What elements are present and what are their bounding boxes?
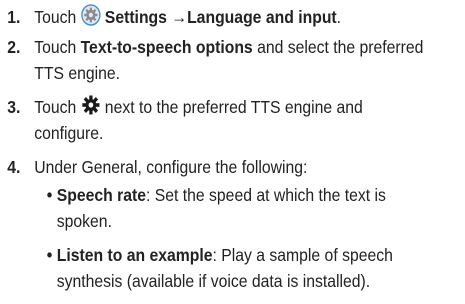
step-4-line-1: Under General, configure the following:: [34, 157, 308, 177]
step-4: 4. Under General, configure the followin…: [0, 154, 464, 304]
step-3-line-2: configure.: [34, 123, 104, 143]
step-3-text-post: next to the preferred TTS engine and: [104, 97, 363, 117]
step-1-number: 1.: [7, 7, 21, 27]
step-3-line-1: Touch next to the preferred TTS engine a…: [34, 94, 363, 123]
bullet-marker: •: [46, 245, 53, 265]
step-2-line-2: TTS engine.: [34, 63, 120, 83]
bullet-text: : Play a sample of speech: [212, 245, 393, 265]
step-3-number: 3.: [7, 97, 21, 117]
step-2-text-post: and select the preferred: [252, 37, 424, 57]
bullet-speech-rate: • Speech rate: Set the speed at which th…: [47, 182, 386, 208]
step-2-text-bold: Text-to-speech options: [80, 37, 253, 57]
gear-icon: [80, 4, 101, 33]
settings-cog-icon: [81, 94, 101, 123]
bullet-listen-example: • Listen to an example: Play a sample of…: [47, 242, 393, 268]
step-1-text-bold: Settings →Language and input: [104, 7, 337, 27]
step-2-text-pre: Touch: [34, 37, 81, 57]
step-3-text-pre: Touch: [34, 97, 77, 117]
bullet-marker: •: [46, 185, 53, 205]
step-2-line-1: Touch Text-to-speech options and select …: [34, 34, 423, 60]
step-2-number: 2.: [7, 37, 21, 57]
step-1-line-1: Touch Settings →Language and input.: [34, 4, 341, 33]
step-1-text-pre: Touch: [34, 7, 77, 27]
step-1-text-post: .: [336, 7, 342, 27]
bullet-title: Listen to an example: [56, 245, 213, 265]
step-4-number: 4.: [7, 157, 21, 177]
bullet-text: : Set the speed at which the text is: [146, 185, 386, 205]
instruction-document: 1. Touch Settings →Language and input. 2…: [0, 0, 423, 302]
bullet-title: Speech rate: [56, 185, 147, 205]
bullet-speech-rate-line-2: spoken.: [56, 211, 112, 231]
bullet-listen-example-line-2: synthesis (available if voice data is in…: [56, 271, 371, 291]
